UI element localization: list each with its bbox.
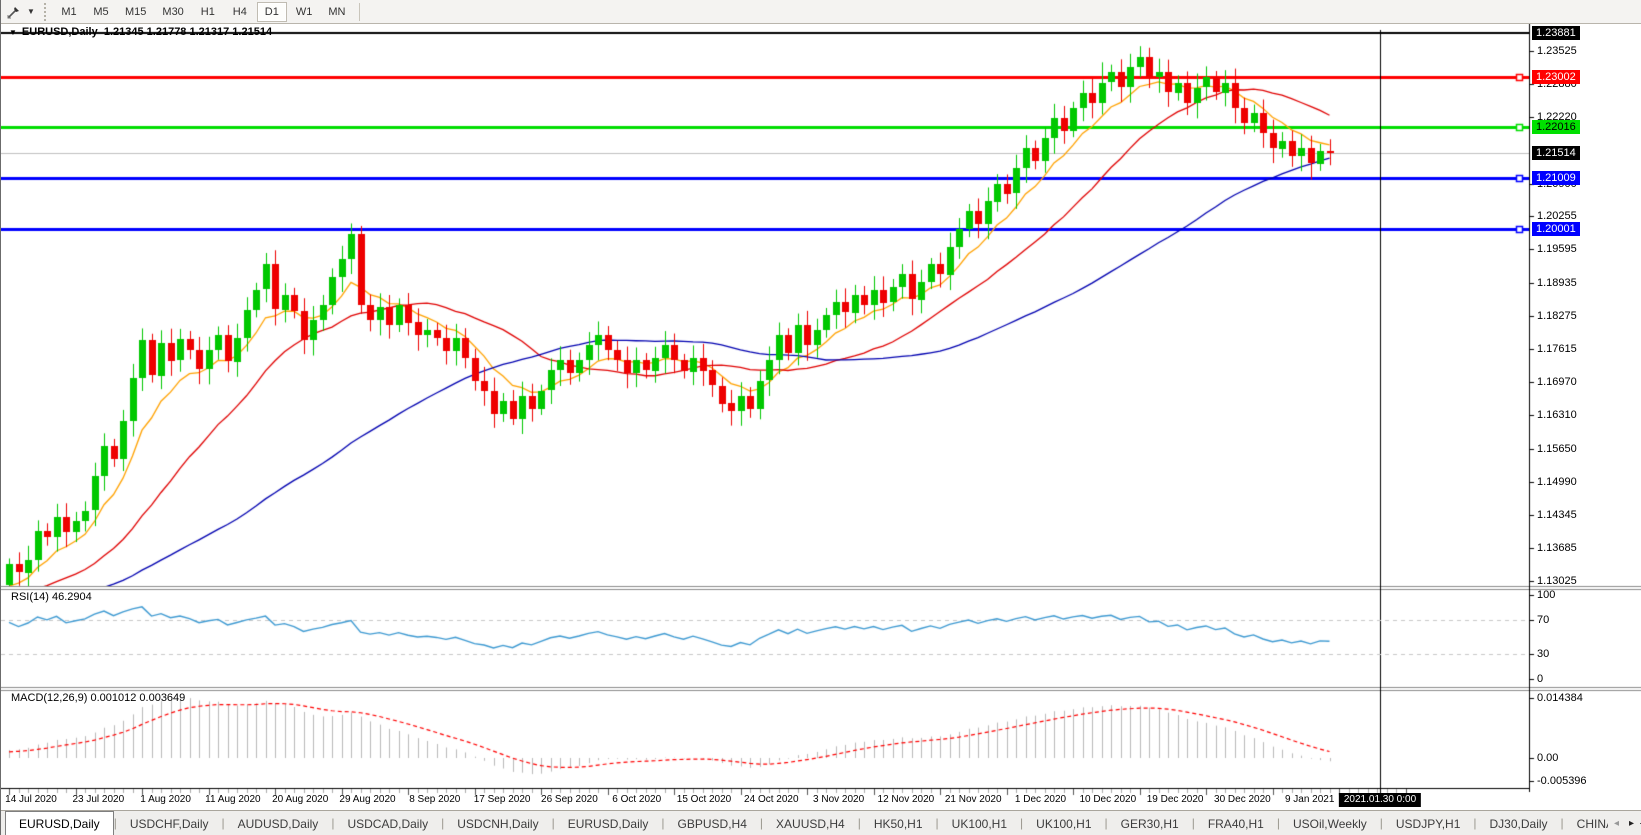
chart-tab-eurusd-daily[interactable]: EURUSD,Daily (5, 811, 114, 835)
trading-terminal-window: ▼ M1M5M15M30H1H4D1W1MN ▼EURUSD,Daily 1.2… (0, 0, 1641, 835)
chart-tab-audusd-daily[interactable]: AUDUSD,Daily (225, 813, 332, 835)
chart-tab-bar: EURUSD,Daily|USDCHF,Daily|AUDUSD,Daily|U… (1, 810, 1641, 835)
tab-scroll-right-icon[interactable]: ▸ (1629, 818, 1634, 829)
chart-tab-xauusd-h4[interactable]: XAUUSD,H4 (763, 813, 858, 835)
timeframe-button-m1[interactable]: M1 (54, 2, 84, 22)
chart-tab-usdchf-daily[interactable]: USDCHF,Daily (117, 813, 222, 835)
chart-tab-gbpusd-h4[interactable]: GBPUSD,H4 (665, 813, 760, 835)
timeframe-toolbar: ▼ M1M5M15M30H1H4D1W1MN (1, 0, 1641, 24)
chart-tab-ger30-h1[interactable]: GER30,H1 (1108, 813, 1192, 835)
chevron-down-icon[interactable]: ▼ (24, 2, 38, 22)
chart-tab-usdcnh-daily[interactable]: USDCNH,Daily (444, 813, 551, 835)
chart-tab-hk50-h1[interactable]: HK50,H1 (861, 813, 936, 835)
timeframe-button-m5[interactable]: M5 (86, 2, 116, 22)
timeframe-button-d1[interactable]: D1 (257, 2, 287, 22)
chart-tab-uk100-h1[interactable]: UK100,H1 (939, 813, 1020, 835)
timeframe-button-mn[interactable]: MN (321, 2, 352, 22)
timeframe-button-h4[interactable]: H4 (225, 2, 255, 22)
timeframe-button-h1[interactable]: H1 (193, 2, 223, 22)
chart-tab-uk100-h1[interactable]: UK100,H1 (1023, 813, 1104, 835)
price-chart-canvas[interactable] (1, 24, 1641, 835)
chart-tab-usdjpy-h1[interactable]: USDJPY,H1 (1383, 813, 1473, 835)
tab-scroll-arrows: ◂ ▸ (1608, 811, 1640, 835)
timeframe-button-m15[interactable]: M15 (118, 2, 153, 22)
chart-tab-usdcad-daily[interactable]: USDCAD,Daily (334, 813, 441, 835)
chart-tab-usoil-weekly[interactable]: USOil,Weekly (1280, 813, 1380, 835)
chart-tab-dj30-daily[interactable]: DJ30,Daily (1477, 813, 1561, 835)
tab-scroll-left-icon[interactable]: ◂ (1614, 818, 1619, 829)
timeframe-buttons: M1M5M15M30H1H4D1W1MN (53, 2, 353, 22)
chart-tab-fra40-h1[interactable]: FRA40,H1 (1195, 813, 1277, 835)
chart-tab-eurusd-daily[interactable]: EURUSD,Daily (555, 813, 662, 835)
crosshair-tool-icon[interactable] (4, 2, 24, 22)
toolbar-grip[interactable] (44, 3, 49, 21)
timeframe-button-w1[interactable]: W1 (289, 2, 320, 22)
toolbar-separator (359, 3, 360, 21)
timeframe-button-m30[interactable]: M30 (155, 2, 190, 22)
